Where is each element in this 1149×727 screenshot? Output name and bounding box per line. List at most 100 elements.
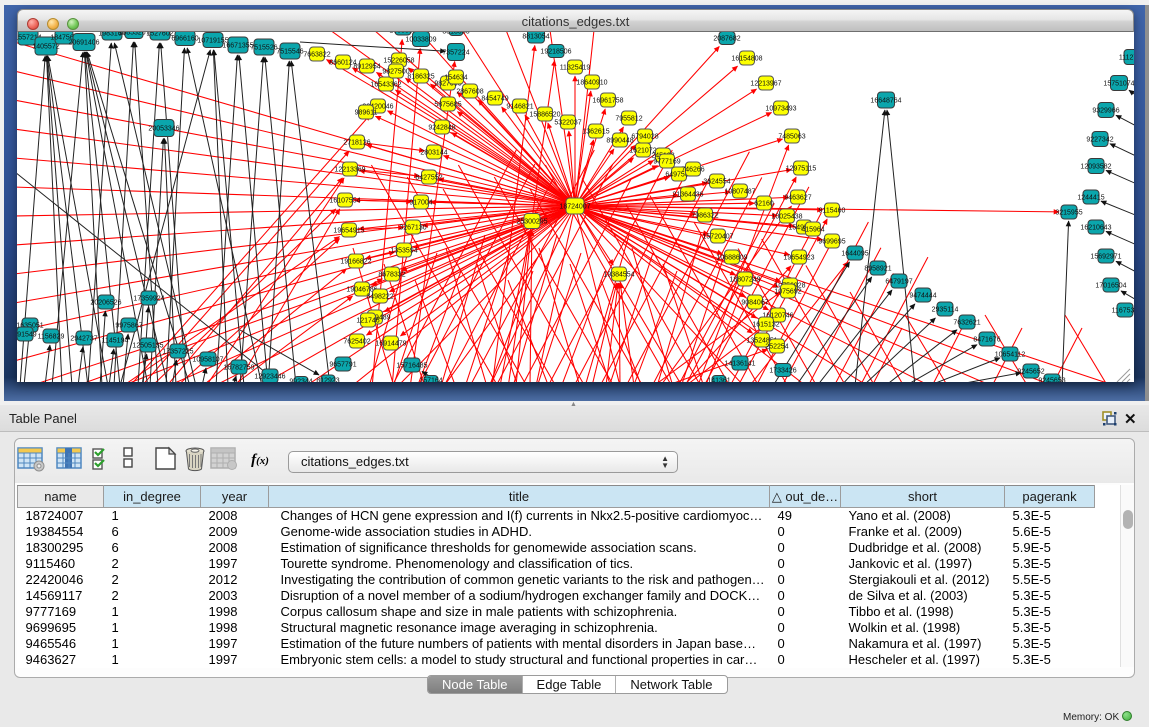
svg-text:9474444: 9474444 (909, 293, 936, 300)
svg-text:15226058: 15226058 (383, 58, 414, 65)
svg-text:12975115: 12975115 (786, 166, 817, 173)
svg-text:10853267: 10853267 (118, 32, 149, 37)
svg-text:12213967: 12213967 (750, 81, 781, 88)
svg-text:9245652: 9245652 (1017, 369, 1044, 376)
svg-text:746266: 746266 (681, 167, 704, 174)
svg-text:16154808: 16154808 (731, 56, 762, 63)
svg-text:16671355: 16671355 (222, 43, 253, 50)
svg-text:7986322: 7986322 (691, 213, 718, 220)
svg-text:11325419: 11325419 (560, 65, 591, 72)
svg-text:16648764: 16648764 (870, 98, 901, 105)
svg-text:7515526: 7515526 (250, 45, 277, 52)
svg-text:121746: 121746 (356, 318, 379, 325)
svg-text:7485063: 7485063 (778, 134, 805, 141)
svg-text:15720407: 15720407 (702, 234, 733, 241)
svg-text:1527602: 1527602 (146, 32, 173, 38)
svg-text:8427552: 8427552 (415, 175, 442, 182)
svg-text:3267130: 3267130 (399, 225, 426, 232)
svg-text:2803144: 2803144 (420, 150, 447, 157)
svg-text:20691406: 20691406 (68, 40, 99, 47)
svg-text:12093582: 12093582 (1080, 164, 1111, 171)
svg-text:15692971: 15692971 (1090, 254, 1121, 261)
svg-text:21364436: 21364436 (672, 192, 703, 199)
svg-text:9699695: 9699695 (818, 239, 845, 246)
svg-text:1145194: 1145194 (102, 338, 129, 345)
svg-text:9115460: 9115460 (819, 208, 846, 215)
svg-text:1362615: 1362615 (582, 129, 609, 136)
svg-text:3215955: 3215955 (1055, 210, 1082, 217)
svg-text:9245653: 9245653 (1038, 378, 1065, 383)
svg-text:6479197: 6479197 (885, 279, 912, 286)
svg-text:14136141: 14136141 (724, 361, 755, 368)
svg-text:16107554: 16107554 (329, 198, 360, 205)
svg-text:8958921: 8958921 (864, 266, 891, 273)
svg-text:2087682: 2087682 (713, 36, 740, 43)
svg-text:9242848: 9242848 (428, 125, 455, 132)
svg-text:2867608: 2867608 (456, 89, 483, 96)
svg-text:1353594: 1353594 (390, 248, 417, 255)
svg-text:10688609: 10688609 (716, 255, 747, 262)
svg-text:15751074: 15751074 (1103, 81, 1134, 88)
svg-text:18724007: 18724007 (559, 204, 590, 211)
svg-text:10958107: 10958107 (192, 357, 223, 364)
svg-text:141361: 141361 (707, 378, 730, 383)
svg-text:7357224: 7357224 (442, 50, 469, 57)
svg-text:7632621: 7632621 (953, 320, 980, 327)
svg-text:17357225: 17357225 (162, 349, 193, 356)
svg-text:8990448: 8990448 (606, 138, 633, 145)
svg-text:8186325: 8186325 (407, 74, 434, 81)
svg-text:3624554: 3624554 (703, 179, 730, 186)
svg-text:6794028: 6794028 (631, 134, 658, 141)
svg-text:12213369: 12213369 (334, 167, 365, 174)
svg-text:18640910: 18640910 (576, 80, 607, 87)
svg-text:9975867: 9975867 (115, 323, 142, 330)
svg-text:19654923: 19654923 (783, 255, 814, 262)
svg-text:19218506: 19218506 (540, 49, 571, 56)
svg-text:17016504: 17016504 (1095, 283, 1126, 290)
svg-text:8912954: 8912954 (353, 64, 380, 71)
svg-text:19654915: 19654915 (333, 228, 364, 235)
svg-text:8471676: 8471676 (973, 337, 1000, 344)
svg-text:157164: 157164 (419, 378, 442, 383)
svg-text:17359924: 17359924 (133, 296, 164, 303)
svg-text:10033809: 10033809 (405, 37, 436, 44)
svg-text:7625402: 7625402 (343, 339, 370, 346)
svg-text:8454749: 8454749 (481, 96, 508, 103)
svg-text:2718126: 2718126 (343, 140, 370, 147)
svg-text:20053346: 20053346 (148, 126, 179, 133)
svg-text:1156829: 1156829 (38, 334, 65, 341)
svg-text:10807487: 10807487 (724, 189, 755, 196)
svg-text:917004: 917004 (409, 200, 432, 207)
svg-text:1167533: 1167533 (1112, 308, 1134, 315)
svg-text:6966160: 6966160 (171, 36, 198, 43)
svg-text:16914479: 16914479 (375, 341, 406, 348)
svg-text:2942737: 2942737 (70, 336, 97, 343)
svg-text:18807249: 18807249 (729, 277, 760, 284)
svg-text:25300295: 25300295 (516, 219, 547, 226)
svg-text:12505135: 12505135 (132, 343, 163, 350)
svg-text:154634: 154634 (444, 75, 467, 82)
svg-text:989611: 989611 (355, 110, 378, 117)
svg-text:1733426: 1733426 (769, 368, 796, 375)
svg-text:16782759: 16782759 (223, 365, 254, 372)
svg-text:9329966: 9329966 (1092, 108, 1119, 115)
svg-text:12923446: 12923446 (254, 374, 285, 381)
svg-text:1112744: 1112744 (1119, 55, 1134, 62)
svg-text:391549: 391549 (17, 332, 37, 339)
svg-text:7515546: 7515546 (276, 49, 303, 56)
svg-text:9227342: 9227342 (1086, 137, 1113, 144)
svg-text:2935114: 2935114 (932, 307, 959, 314)
svg-text:15716485: 15716485 (396, 363, 427, 370)
svg-text:992344: 992344 (289, 379, 312, 383)
svg-text:9657791: 9657791 (329, 362, 356, 369)
svg-text:9827500: 9827500 (382, 69, 409, 76)
svg-text:16961758: 16961758 (592, 98, 623, 105)
svg-text:3498222: 3498222 (366, 294, 393, 301)
svg-text:8813054: 8813054 (522, 34, 549, 41)
svg-text:10654112: 10654112 (995, 352, 1026, 359)
svg-text:16543362: 16543362 (370, 82, 401, 89)
svg-text:10025438: 10025438 (771, 214, 802, 221)
svg-text:15886520: 15886520 (529, 112, 560, 119)
svg-text:62160: 62160 (754, 201, 774, 208)
svg-text:8813055: 8813055 (442, 32, 469, 36)
